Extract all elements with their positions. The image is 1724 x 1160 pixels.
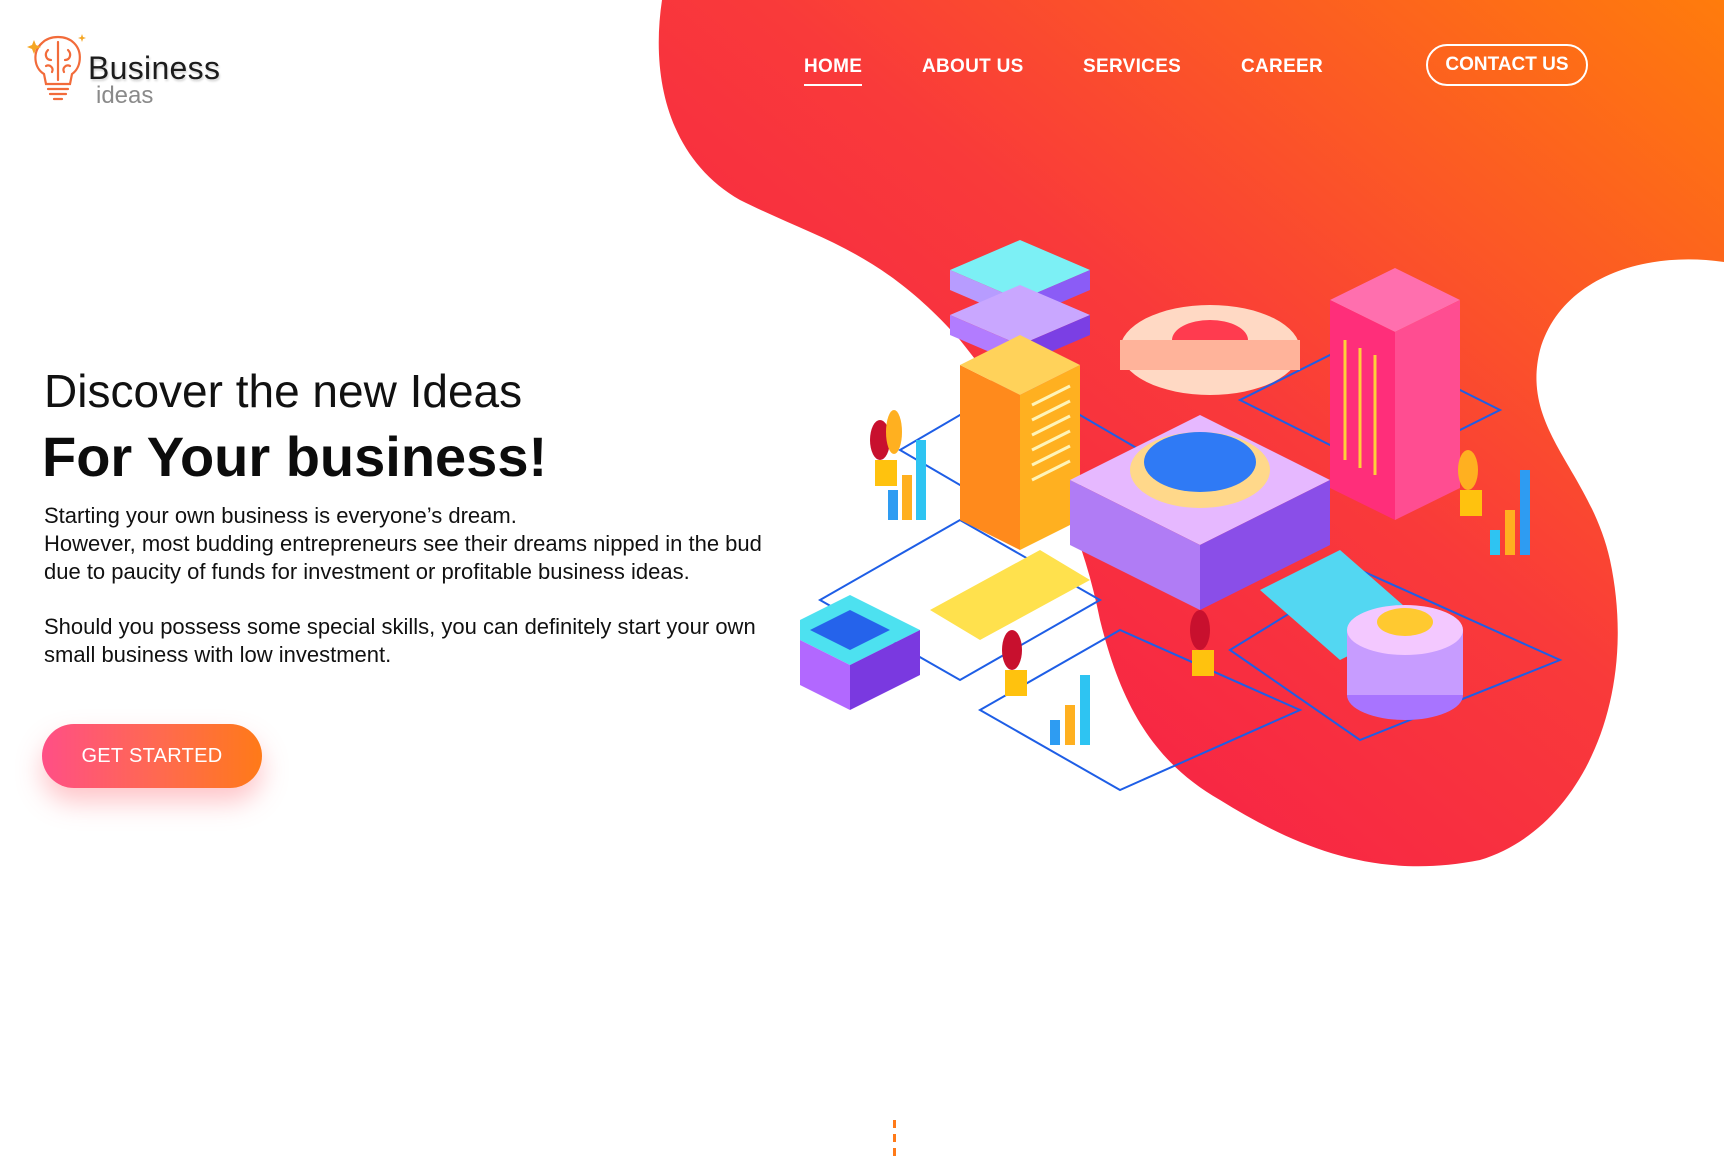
nav-home[interactable]: HOME (804, 56, 863, 86)
hero-subtitle: Discover the new Ideas (44, 365, 523, 417)
hero-paragraph: Should you possess some special skills, … (44, 614, 756, 667)
hero-paragraph: Starting your own business is everyone’s… (44, 503, 517, 528)
hero-title: For Your business! (42, 425, 548, 488)
nav-about-us[interactable]: ABOUT US (922, 56, 1024, 78)
nav-services[interactable]: SERVICES (1083, 56, 1181, 78)
hero-description: Starting your own business is everyone’s… (44, 502, 804, 669)
contact-us-button[interactable]: CONTACT US (1426, 44, 1588, 86)
get-started-button[interactable]: GET STARTED (42, 724, 262, 788)
isometric-business-machinery-illustration (800, 240, 1563, 792)
nav-career[interactable]: CAREER (1241, 56, 1323, 78)
scroll-indicator (893, 1120, 896, 1160)
hero-paragraph: However, most budding entrepreneurs see … (44, 531, 762, 584)
